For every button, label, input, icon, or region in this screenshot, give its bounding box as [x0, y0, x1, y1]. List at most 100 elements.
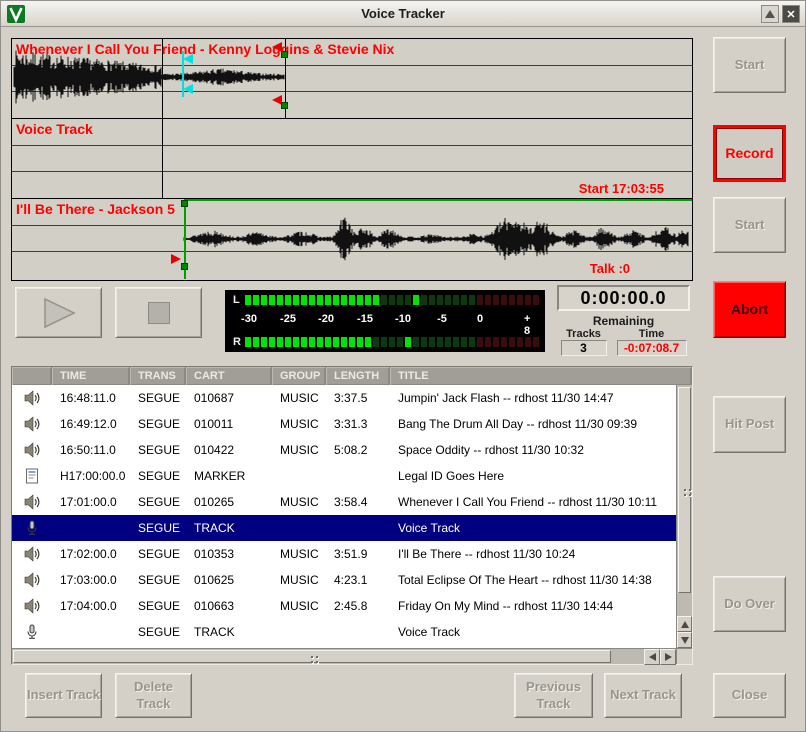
led-segment: [525, 337, 531, 347]
vertical-scrollbar-thumb[interactable]: [678, 387, 691, 593]
vertical-scrollbar[interactable]: [676, 385, 692, 648]
led-segment: [429, 295, 435, 305]
log-row[interactable]: 16:50:11.0SEGUE010422MUSIC5:08.2Space Od…: [12, 437, 676, 463]
cell-cart: MARKER: [186, 463, 272, 489]
shade-button[interactable]: [761, 5, 779, 23]
hit-post-button[interactable]: Hit Post: [713, 396, 786, 453]
led-segment: [493, 337, 499, 347]
remaining-tracks-value: 3: [561, 340, 607, 356]
cell-length: [326, 515, 390, 541]
delete-track-button[interactable]: Delete Track: [115, 673, 192, 718]
led-segment: [461, 337, 467, 347]
speaker-icon: [12, 437, 52, 463]
log-column-header-time[interactable]: TIME: [52, 367, 130, 385]
cell-cart: 010353: [186, 541, 272, 567]
insert-track-button[interactable]: Insert Track: [25, 673, 102, 718]
record-button[interactable]: Record: [713, 125, 786, 182]
play-button[interactable]: [15, 287, 102, 338]
log-row[interactable]: SEGUETRACKVoice Track: [12, 619, 676, 645]
cell-trans: SEGUE: [130, 593, 186, 619]
scrollbar-corner: [676, 648, 692, 664]
next-track-button[interactable]: Next Track: [604, 673, 682, 718]
horizontal-scrollbar-thumb[interactable]: [13, 650, 611, 663]
log-row[interactable]: 17:01:00.0SEGUE010265MUSIC3:58.4Whenever…: [12, 489, 676, 515]
log-column-header-icon[interactable]: [12, 367, 52, 385]
talk-marker-handle[interactable]: [183, 54, 193, 64]
track-2-start-time: Start 17:03:55: [579, 181, 664, 196]
thumb-grip-icon: [684, 489, 686, 491]
start-marker-handle[interactable]: [281, 51, 288, 58]
led-segment: [405, 295, 411, 305]
scroll-down-button[interactable]: [677, 632, 692, 648]
segue-marker-handle[interactable]: [171, 254, 181, 264]
log-column-header-title[interactable]: TITLE: [390, 367, 692, 385]
scroll-right-button[interactable]: [660, 649, 676, 665]
log-row[interactable]: 16:48:11.0SEGUE010687MUSIC3:37.5Jumpin' …: [12, 385, 676, 411]
log-row[interactable]: 17:02:00.0SEGUE010353MUSIC3:51.9I'll Be …: [12, 541, 676, 567]
log-column-header-trans[interactable]: TRANS: [130, 367, 186, 385]
start-marker-handle[interactable]: [181, 263, 188, 270]
log-row[interactable]: 17:04:00.0SEGUE010663MUSIC2:45.8Friday O…: [12, 593, 676, 619]
voice-tracker-window: Voice Tracker ✕ Whenever I Call You Frie…: [0, 0, 806, 732]
close-window-button[interactable]: ✕: [782, 5, 800, 23]
titlebar[interactable]: Voice Tracker ✕: [1, 1, 805, 27]
stop-button[interactable]: [115, 287, 202, 338]
led-segment: [309, 337, 315, 347]
mic-icon: [12, 619, 52, 645]
cell-length: 2:45.8: [326, 593, 390, 619]
led-segment: [397, 295, 403, 305]
cell-cart: 010687: [186, 385, 272, 411]
start-button-2[interactable]: Start: [713, 197, 786, 253]
talk-marker-handle[interactable]: [183, 84, 193, 94]
cell-time: [52, 619, 130, 645]
led-segment: [397, 337, 403, 347]
led-segment: [317, 337, 323, 347]
log-table-body[interactable]: 16:48:11.0SEGUE010687MUSIC3:37.5Jumpin' …: [12, 385, 676, 648]
stop-icon: [148, 302, 170, 324]
log-row[interactable]: SEGUETRACKVoice Track: [12, 515, 676, 541]
track-panel-3[interactable]: I'll Be There - Jackson 5 Talk :0: [12, 199, 692, 279]
cell-length: 3:31.3: [326, 411, 390, 437]
meter-scale: -30-25-20-15-10-50+ 8: [225, 313, 545, 328]
led-segment: [269, 295, 275, 305]
scroll-up-button[interactable]: [677, 616, 692, 632]
cell-trans: SEGUE: [130, 385, 186, 411]
cell-time: 17:04:00.0: [52, 593, 130, 619]
led-segment: [437, 337, 443, 347]
led-segment: [485, 295, 491, 305]
log-column-header-group[interactable]: GROUP: [272, 367, 326, 385]
log-row[interactable]: 16:49:12.0SEGUE010011MUSIC3:31.3Bang The…: [12, 411, 676, 437]
led-segment: [261, 337, 267, 347]
led-segment: [325, 295, 331, 305]
scroll-left-button[interactable]: [644, 649, 660, 665]
led-segment: [381, 295, 387, 305]
close-button[interactable]: Close: [713, 673, 786, 718]
log-column-header-length[interactable]: LENGTH: [326, 367, 390, 385]
led-segment: [533, 337, 539, 347]
track-panel-1[interactable]: Whenever I Call You Friend - Kenny Loggi…: [12, 39, 692, 119]
speaker-icon: [12, 593, 52, 619]
do-over-button[interactable]: Do Over: [713, 576, 786, 632]
abort-button[interactable]: Abort: [713, 281, 786, 338]
log-row[interactable]: H17:00:00.0SEGUEMARKERLegal ID Goes Here: [12, 463, 676, 489]
led-segment: [437, 295, 443, 305]
cell-title: Bang The Drum All Day -- rdhost 11/30 09…: [390, 411, 676, 437]
track-panel-2[interactable]: Voice Track Start 17:03:55: [12, 119, 692, 199]
cell-time: 17:02:00.0: [52, 541, 130, 567]
previous-track-button[interactable]: Previous Track: [514, 673, 593, 718]
cell-group: MUSIC: [272, 567, 326, 593]
track-3-talk-time: Talk :0: [590, 261, 630, 276]
track-editor[interactable]: Whenever I Call You Friend - Kenny Loggi…: [11, 38, 693, 281]
cell-length: 4:23.1: [326, 567, 390, 593]
cell-title: Jumpin' Jack Flash -- rdhost 11/30 14:47: [390, 385, 676, 411]
arrow-left-icon: [649, 653, 656, 661]
log-column-header-cart[interactable]: CART: [186, 367, 272, 385]
log-row[interactable]: 17:03:00.0SEGUE010625MUSIC4:23.1Total Ec…: [12, 567, 676, 593]
horizontal-scrollbar[interactable]: [12, 648, 676, 664]
start-marker-handle[interactable]: [281, 102, 288, 109]
start-marker-handle[interactable]: [181, 200, 188, 207]
led-segment: [293, 295, 299, 305]
start-button-1[interactable]: Start: [713, 37, 786, 93]
led-segment: [477, 295, 483, 305]
led-segment: [333, 295, 339, 305]
